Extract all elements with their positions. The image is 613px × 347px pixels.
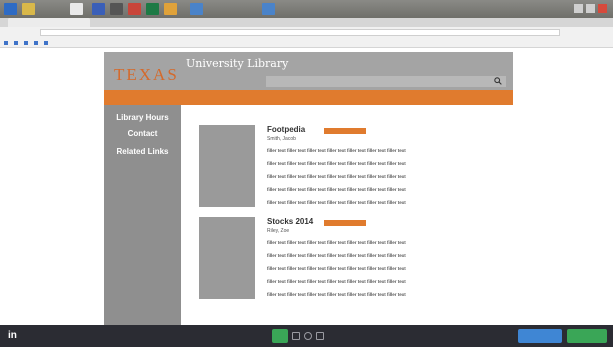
contact-heading: Contact (127, 129, 158, 138)
bookmarks-bar (0, 38, 613, 48)
description-line: filler text filler text filler text fill… (267, 200, 406, 205)
window-controls (574, 4, 607, 13)
sidebar: Library Hours Contact Related Links (104, 105, 181, 325)
prototype-toolbar: in (0, 325, 613, 347)
address-bar-row (0, 27, 613, 38)
inspect-icon[interactable] (292, 332, 300, 340)
description-line: filler text filler text filler text fill… (267, 292, 406, 297)
address-bar[interactable] (40, 29, 560, 36)
browser-tab[interactable] (8, 18, 90, 27)
result-description: filler text filler text filler text fill… (267, 147, 489, 212)
book-cover-thumbnail[interactable] (199, 125, 255, 207)
main-nav (104, 90, 513, 105)
result-title[interactable]: Stocks 2014 (267, 217, 313, 226)
bookmark-icon (4, 40, 8, 45)
description-line: filler text filler text filler text fill… (267, 174, 406, 179)
excel-icon[interactable] (146, 3, 159, 15)
bookmark-icon (44, 40, 48, 45)
description-line: filler text filler text filler text fill… (267, 266, 406, 271)
university-logo[interactable]: TEXAS (114, 65, 179, 85)
search-result: Footpedia Smith, Jacob filler text fille… (199, 125, 499, 207)
close-icon[interactable] (598, 4, 607, 13)
settings-icon[interactable] (316, 332, 324, 340)
share-button[interactable] (567, 329, 607, 343)
bookmark-item[interactable] (34, 40, 38, 45)
book-cover-thumbnail[interactable] (199, 217, 255, 299)
comment-mode-icon[interactable] (272, 329, 288, 343)
description-line: filler text filler text filler text fill… (267, 279, 406, 284)
app-logo[interactable]: in (8, 330, 17, 341)
browser-icon[interactable] (70, 3, 83, 15)
site-title: University Library (186, 57, 289, 70)
app-icon[interactable] (190, 3, 203, 15)
bookmark-item[interactable] (4, 40, 8, 45)
maximize-icon[interactable] (586, 4, 595, 13)
minimize-icon[interactable] (574, 4, 583, 13)
result-author: Smith, Jacob (267, 136, 296, 142)
availability-badge[interactable] (324, 220, 366, 226)
bookmark-item[interactable] (44, 40, 48, 45)
result-title[interactable]: Footpedia (267, 125, 305, 134)
site-header: TEXAS University Library (104, 52, 513, 90)
browser-tab-bar (0, 18, 613, 27)
powerpoint-icon[interactable] (128, 3, 141, 15)
explorer-icon[interactable] (22, 3, 35, 15)
history-icon[interactable] (304, 332, 312, 340)
bookmark-item[interactable] (24, 40, 28, 45)
result-author: Riley, Zoe (267, 228, 290, 234)
description-line: filler text filler text filler text fill… (267, 161, 406, 166)
description-line: filler text filler text filler text fill… (267, 148, 406, 153)
primary-button[interactable] (518, 329, 562, 343)
description-line: filler text filler text filler text fill… (267, 187, 406, 192)
start-icon[interactable] (4, 3, 17, 15)
search-input[interactable] (266, 76, 506, 87)
app-icon[interactable] (110, 3, 123, 15)
word-icon[interactable] (92, 3, 105, 15)
bookmark-icon (24, 40, 28, 45)
related-links-heading: Related Links (116, 147, 169, 156)
search-icon[interactable] (494, 77, 502, 85)
tool-group (272, 329, 324, 343)
web-page: TEXAS University Library Library Hours C… (0, 49, 613, 325)
app-icon[interactable] (262, 3, 275, 15)
bookmark-icon (34, 40, 38, 45)
library-hours-heading: Library Hours (116, 113, 169, 122)
description-line: filler text filler text filler text fill… (267, 240, 406, 245)
search-result: Stocks 2014 Riley, Zoe filler text fille… (199, 217, 499, 299)
bookmark-icon (14, 40, 18, 45)
description-line: filler text filler text filler text fill… (267, 253, 406, 258)
os-taskbar (0, 0, 613, 18)
app-icon[interactable] (164, 3, 177, 15)
availability-badge[interactable] (324, 128, 366, 134)
result-description: filler text filler text filler text fill… (267, 239, 489, 304)
bookmark-item[interactable] (14, 40, 18, 45)
